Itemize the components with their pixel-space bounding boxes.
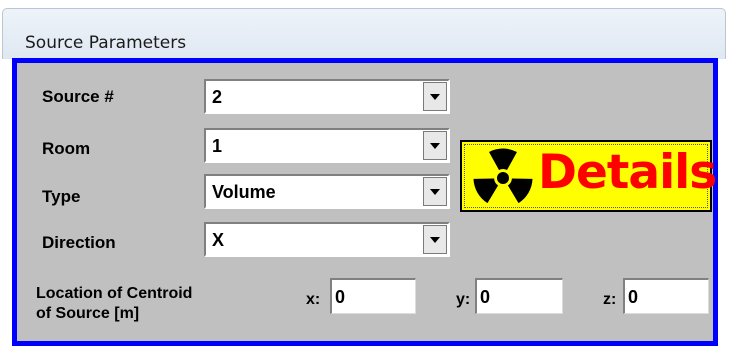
source-number-dropdown-button[interactable] (423, 82, 447, 111)
z-input[interactable]: 0 (623, 278, 709, 314)
window-titlebar: Source Parameters (2, 8, 726, 59)
details-button[interactable]: Details (460, 140, 717, 212)
location-label-line1: Location of Centroid (36, 285, 193, 302)
room-value: 1 (212, 136, 223, 156)
chevron-down-icon (430, 189, 440, 195)
type-select[interactable]: Volume (204, 174, 450, 209)
source-parameters-window: Source Parameters Source # Room Type Dir… (0, 0, 727, 355)
direction-select[interactable]: X (204, 222, 450, 257)
x-input[interactable]: 0 (330, 278, 416, 314)
direction-dropdown-button[interactable] (423, 225, 447, 254)
source-number-select[interactable]: 2 (204, 79, 450, 114)
chevron-down-icon (430, 94, 440, 100)
details-label: Details (538, 145, 717, 200)
direction-label: Direction (42, 233, 116, 252)
location-label: Location of Centroid of Source [m] (36, 284, 192, 324)
x-value: 0 (335, 287, 346, 307)
room-label: Room (42, 139, 91, 158)
window-title: Source Parameters (25, 33, 187, 53)
type-value: Volume (212, 182, 276, 202)
direction-value: X (212, 230, 225, 250)
y-input[interactable]: 0 (475, 278, 563, 314)
type-label: Type (42, 187, 81, 206)
chevron-down-icon (430, 237, 440, 243)
source-number-value: 2 (212, 87, 223, 107)
z-label: z: (603, 291, 617, 308)
location-label-line2: of Source [m] (36, 305, 140, 322)
y-value: 0 (480, 287, 491, 307)
z-value: 0 (628, 287, 639, 307)
source-number-label: Source # (42, 87, 114, 106)
type-dropdown-button[interactable] (423, 177, 447, 206)
room-select[interactable]: 1 (204, 128, 450, 163)
chevron-down-icon (430, 143, 440, 149)
radiation-icon (473, 148, 533, 204)
y-label: y: (456, 291, 471, 308)
x-label: x: (306, 291, 321, 308)
room-dropdown-button[interactable] (423, 131, 447, 160)
